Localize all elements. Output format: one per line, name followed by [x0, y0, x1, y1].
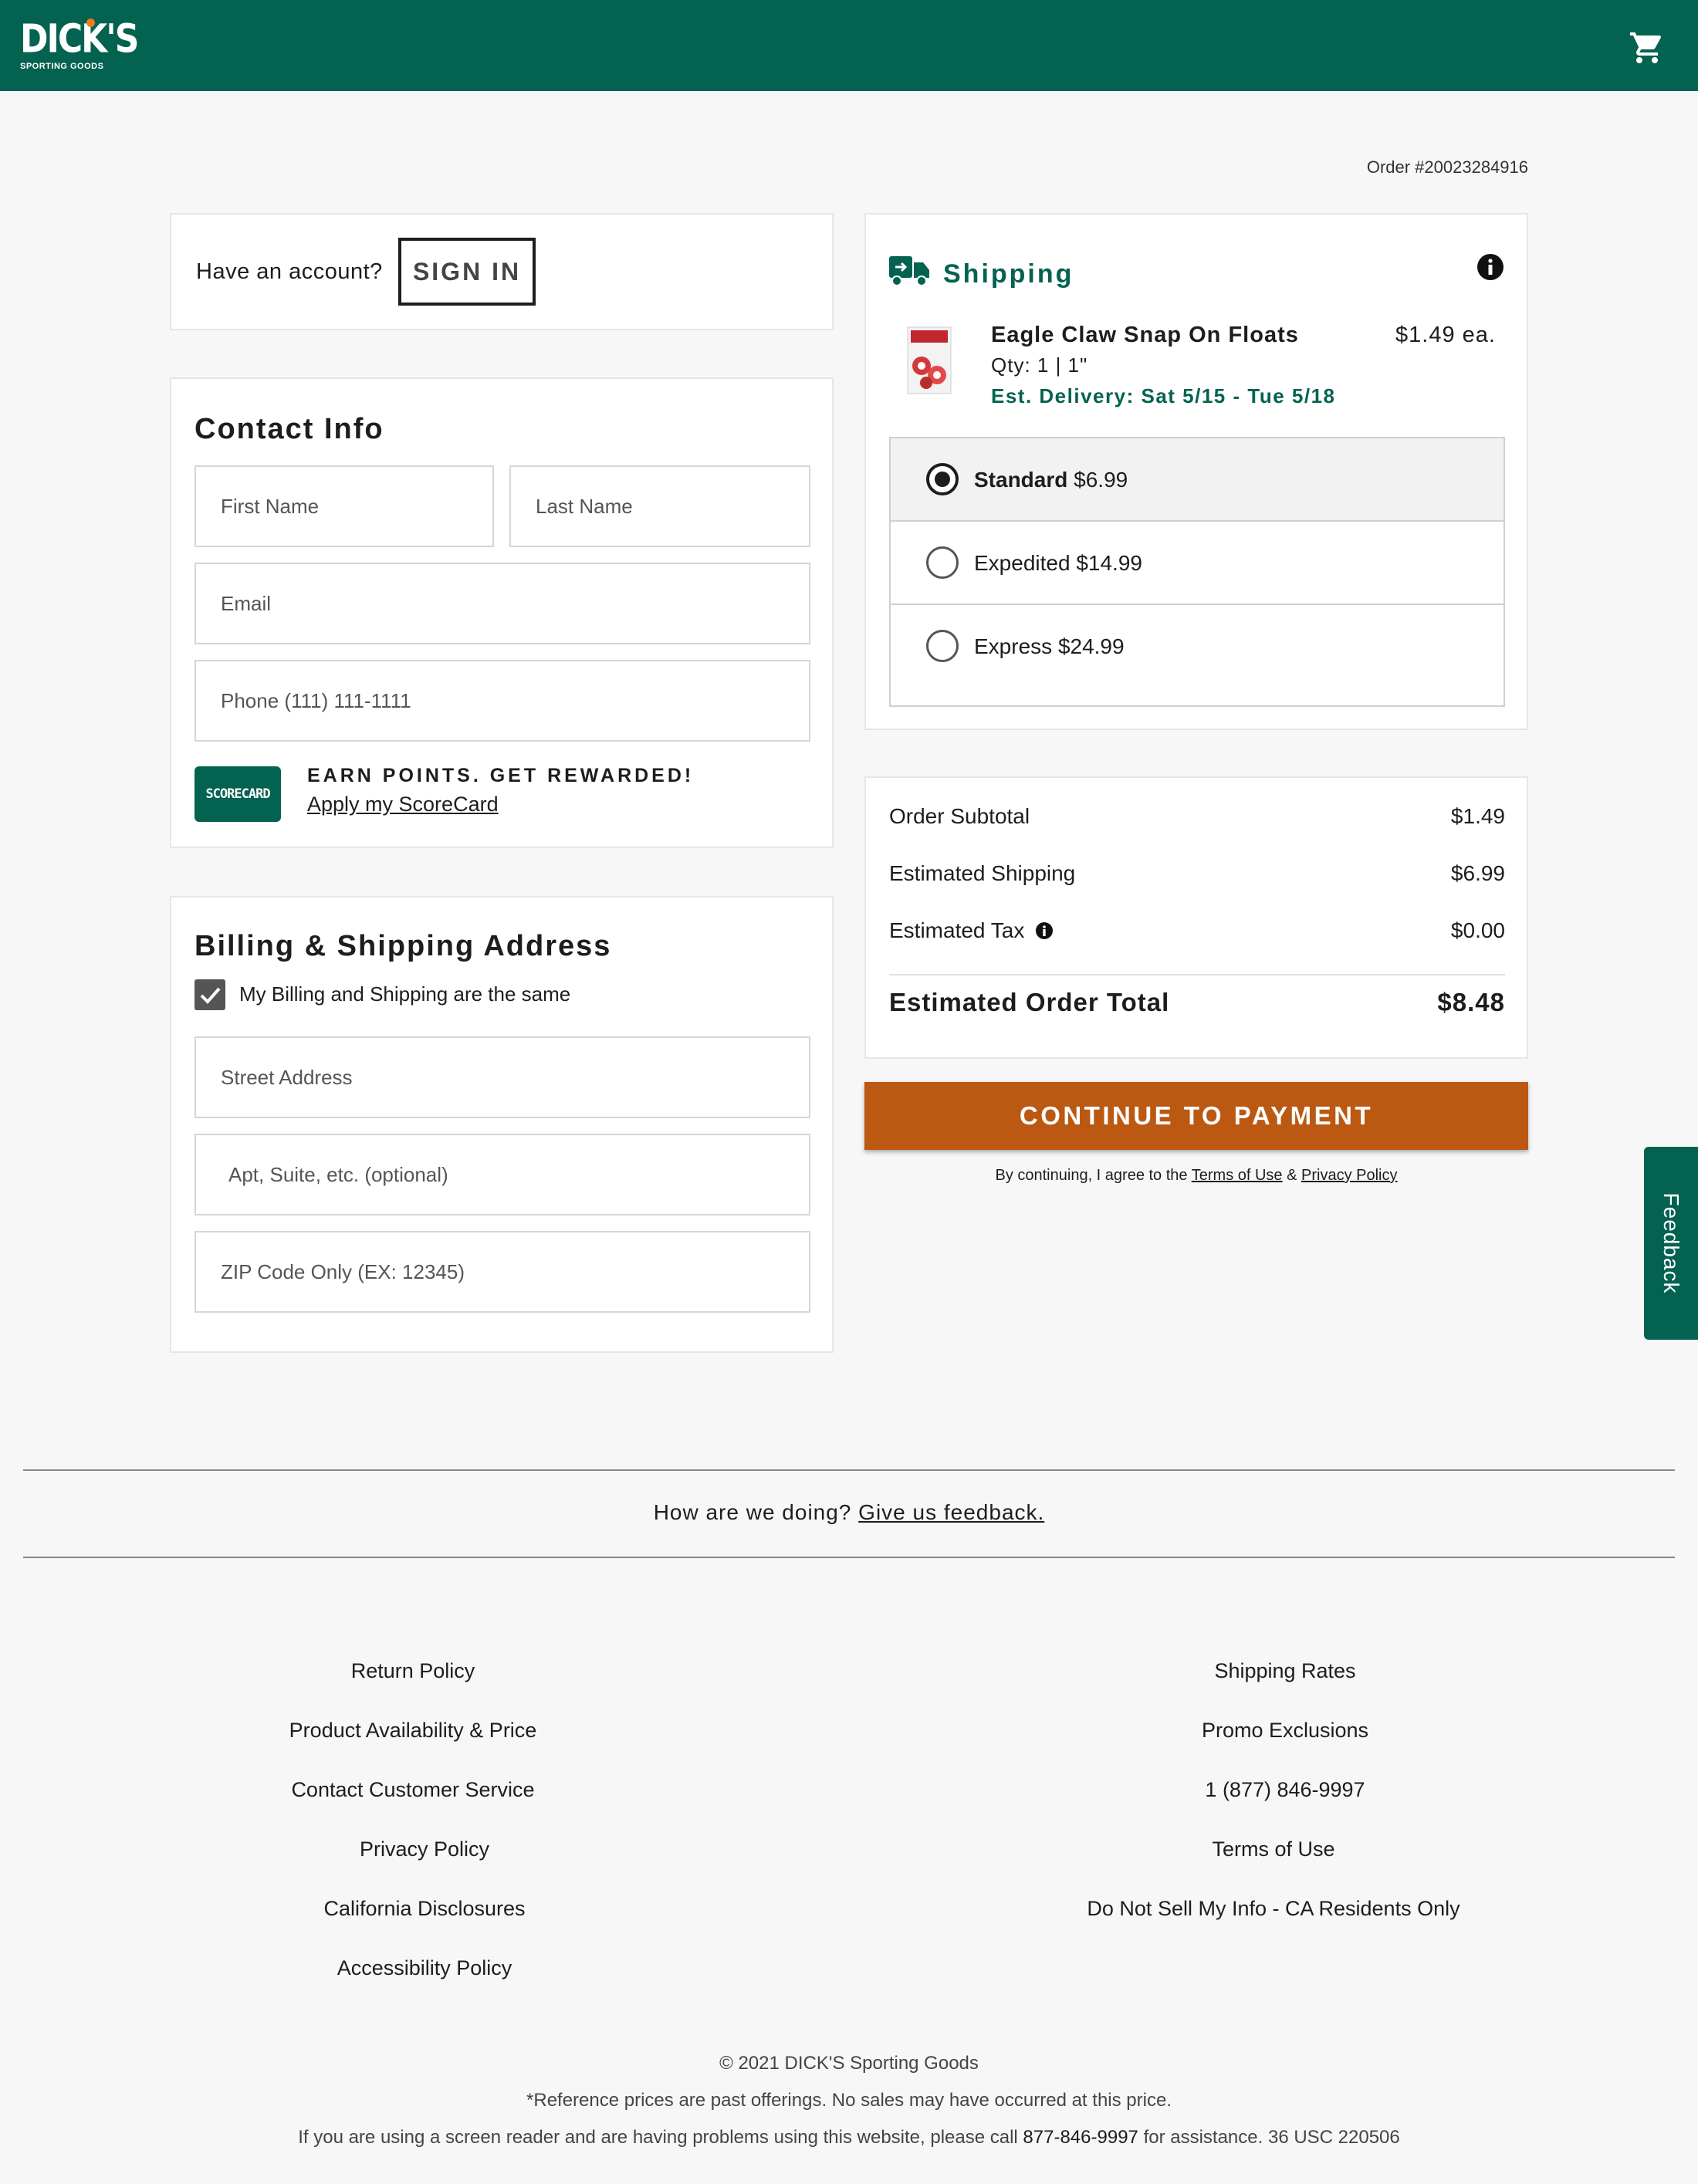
- phone-field[interactable]: Phone (111) 111-1111: [194, 660, 810, 742]
- site-header: DICK'S SPORTING GOODS: [0, 0, 1698, 91]
- standard-radio[interactable]: [926, 463, 959, 495]
- agreement-prefix: By continuing, I agree to the: [995, 1167, 1188, 1184]
- express-name: Express: [974, 634, 1053, 658]
- expedited-name: Expedited: [974, 551, 1071, 575]
- subtotal-row: Order Subtotal $1.49: [889, 804, 1505, 829]
- total-value: $8.48: [1437, 988, 1505, 1016]
- logo-subtext: SPORTING GOODS: [20, 62, 104, 71]
- contact-info-title: Contact Info: [194, 413, 384, 445]
- shipping-options: Standard $6.99 Expedited $14.99 Express …: [889, 437, 1505, 707]
- product-name: Eagle Claw Snap On Floats: [991, 323, 1299, 347]
- expedited-price: $14.99: [1076, 551, 1142, 575]
- feedback-prompt: How are we doing? Give us feedback.: [0, 1500, 1698, 1525]
- shipping-card: Shipping Eagle Claw Snap On Floats $1.49…: [864, 213, 1528, 730]
- last-name-field[interactable]: Last Name: [509, 465, 810, 547]
- footer-link-contact-service[interactable]: Contact Customer Service: [143, 1778, 683, 1802]
- feedback-tab-label: Feedback: [1659, 1192, 1683, 1294]
- footer-link-product-availability[interactable]: Product Availability & Price: [143, 1719, 683, 1743]
- tax-label: Estimated Tax: [889, 918, 1025, 942]
- terms-of-use-link[interactable]: Terms of Use: [1192, 1167, 1283, 1184]
- footer-link-privacy-policy[interactable]: Privacy Policy: [154, 1837, 695, 1861]
- standard-name: Standard: [974, 468, 1068, 492]
- feedback-question: How are we doing?: [653, 1500, 852, 1524]
- continue-to-payment-button[interactable]: CONTINUE TO PAYMENT: [864, 1082, 1528, 1150]
- summary-divider: [889, 974, 1505, 975]
- billing-title: Billing & Shipping Address: [194, 930, 612, 962]
- scorecard-logo: SCORECARD: [194, 766, 281, 822]
- screen-reader-note: If you are using a screen reader and are…: [0, 2127, 1698, 2149]
- sign-in-button[interactable]: SIGN IN: [398, 238, 536, 306]
- screen-reader-suffix: for assistance. 36 USC 220506: [1143, 2127, 1400, 2148]
- footer-link-california-disclosures[interactable]: California Disclosures: [154, 1897, 695, 1921]
- tax-value: $0.00: [1450, 918, 1505, 942]
- product-image[interactable]: [905, 326, 954, 395]
- express-radio[interactable]: [926, 630, 959, 662]
- express-price: $24.99: [1057, 634, 1125, 658]
- feedback-tab[interactable]: Feedback: [1644, 1147, 1698, 1340]
- footer-link-shipping-rates[interactable]: Shipping Rates: [1015, 1659, 1555, 1683]
- expedited-label: Expedited $14.99: [974, 551, 1142, 576]
- footer-link-promo-exclusions[interactable]: Promo Exclusions: [1015, 1719, 1555, 1743]
- screen-reader-phone[interactable]: 877-846-9997: [1023, 2127, 1138, 2148]
- truck-icon: [889, 256, 929, 286]
- street-address-field[interactable]: Street Address: [194, 1036, 810, 1118]
- footer-link-terms-of-use[interactable]: Terms of Use: [1003, 1837, 1544, 1861]
- subtotal-value: $1.49: [1450, 804, 1505, 828]
- dicks-logo[interactable]: DICK'S SPORTING GOODS: [20, 16, 139, 71]
- tax-info-icon[interactable]: [1035, 921, 1054, 940]
- earn-points-text: EARN POINTS. GET REWARDED!: [307, 765, 695, 786]
- standard-label: Standard $6.99: [974, 468, 1128, 492]
- shipping-cost-label: Estimated Shipping: [889, 861, 1076, 885]
- shipping-option-standard[interactable]: Standard $6.99: [891, 438, 1504, 522]
- shipping-title: Shipping: [943, 259, 1074, 289]
- product-qty: Qty: 1 | 1": [991, 353, 1088, 377]
- screen-reader-prefix: If you are using a screen reader and are…: [298, 2127, 1018, 2148]
- footer-link-return-policy[interactable]: Return Policy: [143, 1659, 683, 1683]
- agreement-amp: &: [1287, 1167, 1297, 1184]
- agreement-text: By continuing, I agree to the Terms of U…: [864, 1167, 1528, 1185]
- shipping-cost-value: $6.99: [1450, 861, 1505, 885]
- expedited-radio[interactable]: [926, 546, 959, 579]
- first-name-field[interactable]: First Name: [194, 465, 494, 547]
- footer-link-do-not-sell[interactable]: Do Not Sell My Info - CA Residents Only: [1003, 1897, 1544, 1921]
- cart-icon[interactable]: [1629, 29, 1666, 66]
- tax-row: Estimated Tax $0.00: [889, 918, 1505, 943]
- info-icon[interactable]: [1476, 253, 1504, 281]
- contact-info-card: Contact Info First Name Last Name Email …: [170, 377, 834, 848]
- logo-dot: [86, 19, 95, 27]
- reference-note: *Reference prices are past offerings. No…: [526, 2090, 1172, 2111]
- divider-bottom: [23, 1557, 1675, 1558]
- estimated-delivery: Est. Delivery: Sat 5/15 - Tue 5/18: [991, 384, 1336, 407]
- email-field[interactable]: Email: [194, 563, 810, 644]
- product-price: $1.49 ea.: [1395, 323, 1496, 347]
- logo-text: DICK'S: [20, 16, 139, 63]
- subtotal-label: Order Subtotal: [889, 804, 1030, 828]
- shipping-option-express[interactable]: Express $24.99: [891, 605, 1504, 688]
- check-icon: [200, 987, 221, 1004]
- footer-link-accessibility-policy[interactable]: Accessibility Policy: [154, 1956, 695, 1980]
- privacy-policy-link[interactable]: Privacy Policy: [1301, 1167, 1397, 1184]
- standard-price: $6.99: [1074, 468, 1128, 492]
- give-feedback-link[interactable]: Give us feedback.: [858, 1500, 1044, 1524]
- order-number: Order #20023284916: [1366, 157, 1528, 177]
- apt-suite-field[interactable]: Apt, Suite, etc. (optional): [194, 1134, 810, 1215]
- same-address-checkbox[interactable]: [194, 979, 225, 1010]
- footer-link-phone[interactable]: 1 (877) 846-9997: [1015, 1778, 1555, 1802]
- shipping-row: Estimated Shipping $6.99: [889, 861, 1505, 886]
- total-label: Estimated Order Total: [889, 988, 1170, 1016]
- express-label: Express $24.99: [974, 634, 1125, 659]
- apply-scorecard-link[interactable]: Apply my ScoreCard: [307, 793, 499, 816]
- billing-address-card: Billing & Shipping Address My Billing an…: [170, 896, 834, 1353]
- copyright: © 2021 DICK'S Sporting Goods: [719, 2053, 979, 2074]
- order-summary-card: Order Subtotal $1.49 Estimated Shipping …: [864, 776, 1528, 1059]
- zip-code-field[interactable]: ZIP Code Only (EX: 12345): [194, 1231, 810, 1313]
- signin-card: Have an account? SIGN IN: [170, 213, 834, 330]
- have-account-text: Have an account?: [196, 259, 383, 284]
- shipping-option-expedited[interactable]: Expedited $14.99: [891, 522, 1504, 605]
- same-address-label: My Billing and Shipping are the same: [239, 982, 571, 1006]
- divider-top: [23, 1469, 1675, 1471]
- total-row: Estimated Order Total $8.48: [889, 988, 1505, 1017]
